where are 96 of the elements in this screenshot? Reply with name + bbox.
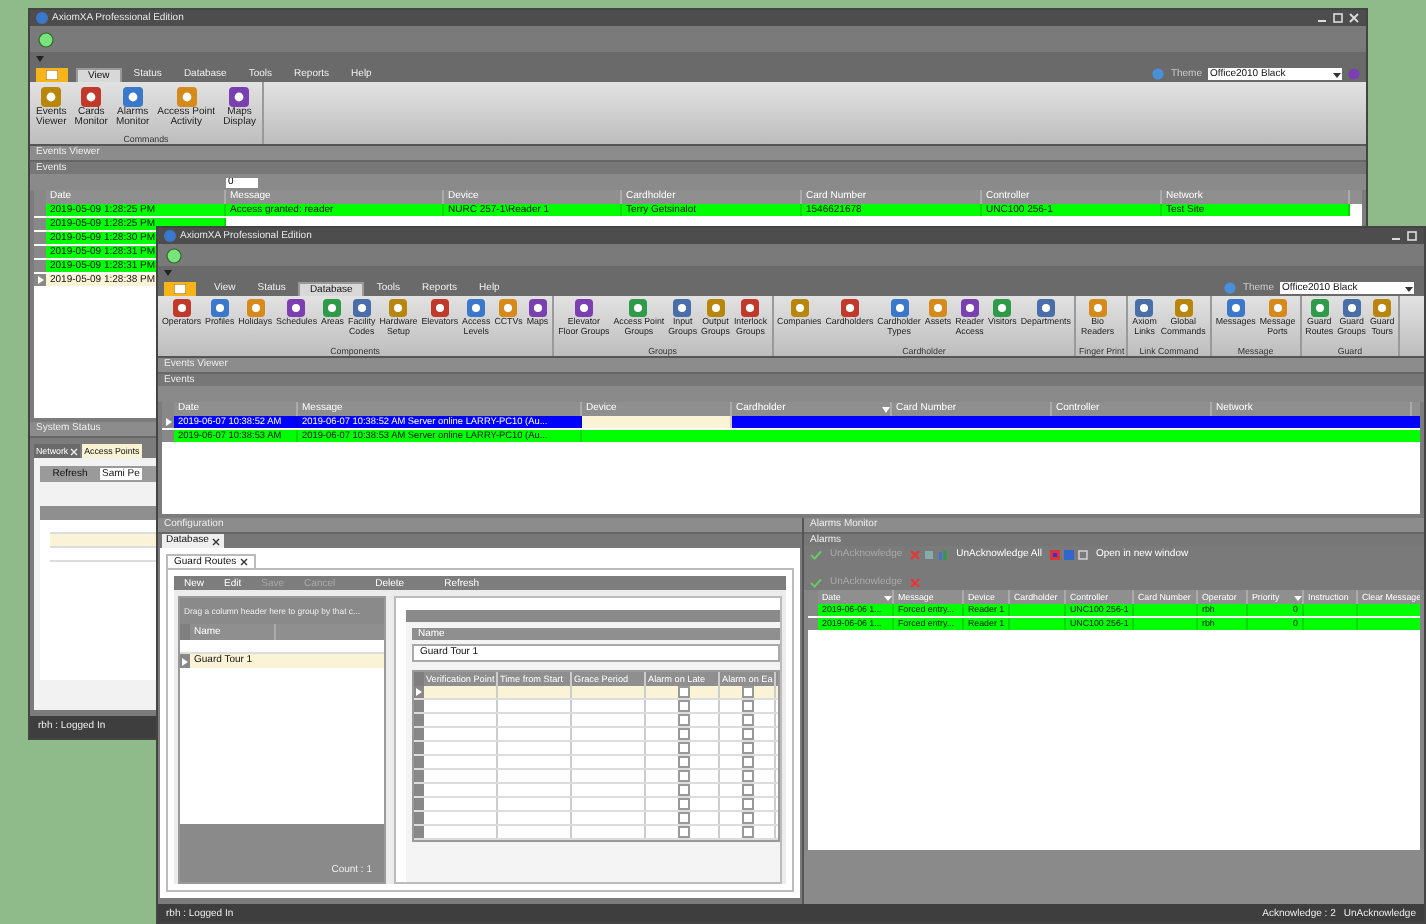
- app-icon: [164, 230, 176, 242]
- table-row[interactable]: [414, 728, 778, 742]
- file-menu-button[interactable]: [36, 68, 68, 82]
- tile-icon: [1035, 298, 1056, 318]
- restore-button[interactable]: [1332, 12, 1344, 24]
- tile-icon: [1173, 298, 1194, 318]
- checkbox[interactable]: [742, 742, 754, 754]
- checkbox[interactable]: [742, 812, 754, 824]
- checkbox[interactable]: [677, 728, 689, 740]
- tile-icon: [573, 298, 594, 318]
- tile-icon: [171, 298, 192, 318]
- checkbox[interactable]: [742, 798, 754, 810]
- table-row[interactable]: [414, 798, 778, 812]
- checkbox[interactable]: [677, 756, 689, 768]
- tile-icon: [1225, 298, 1246, 318]
- status-indicator: [38, 31, 54, 47]
- checkbox[interactable]: [677, 742, 689, 754]
- checkbox[interactable]: [677, 770, 689, 782]
- tile-icon: [388, 298, 409, 318]
- table-row[interactable]: [414, 770, 778, 784]
- tile-icon: [527, 298, 548, 318]
- checkbox[interactable]: [677, 798, 689, 810]
- tile-icon: [498, 298, 519, 318]
- checkbox[interactable]: [742, 756, 754, 768]
- window-icon[interactable]: [1077, 549, 1088, 559]
- tile-icon: [228, 86, 251, 108]
- tile-icon: [672, 298, 693, 318]
- tile-icon: [628, 298, 649, 318]
- table-row[interactable]: [414, 686, 778, 700]
- sort-arrow-icon[interactable]: [1294, 593, 1302, 601]
- tile-icon: [209, 298, 230, 318]
- globe-icon: [1224, 282, 1237, 294]
- table-row[interactable]: [414, 784, 778, 798]
- dropdown-arrow-icon[interactable]: [36, 56, 44, 62]
- status-indicator: [166, 247, 182, 263]
- tile-icon: [992, 298, 1013, 318]
- checkbox[interactable]: [742, 714, 754, 726]
- checkbox[interactable]: [677, 686, 689, 698]
- tile-icon: [80, 86, 103, 108]
- checkbox[interactable]: [742, 826, 754, 838]
- close-icon[interactable]: [240, 558, 249, 566]
- restore-button[interactable]: [1406, 230, 1418, 242]
- dropdown-arrow-icon[interactable]: [164, 270, 172, 276]
- checkbox[interactable]: [677, 826, 689, 838]
- app-icon: [36, 12, 48, 24]
- table-row[interactable]: [414, 826, 778, 840]
- tile-icon: [789, 298, 810, 318]
- file-menu-button[interactable]: [164, 282, 196, 296]
- checkbox[interactable]: [677, 784, 689, 796]
- checkbox[interactable]: [677, 812, 689, 824]
- tile-icon: [1267, 298, 1288, 318]
- row-header[interactable]: [414, 686, 424, 698]
- table-row[interactable]: [414, 812, 778, 826]
- check-icon: [810, 577, 822, 587]
- tile-icon: [959, 298, 980, 318]
- tile-icon: [928, 298, 948, 318]
- tile-icon: [839, 298, 860, 318]
- close-button[interactable]: [1348, 12, 1360, 24]
- grid-icon[interactable]: [1049, 549, 1060, 559]
- tile-icon: [1372, 298, 1393, 318]
- row-header[interactable]: [162, 416, 174, 428]
- tile-icon: [466, 298, 487, 318]
- tile-icon: [175, 86, 198, 108]
- checkbox[interactable]: [742, 700, 754, 712]
- row-header[interactable]: [34, 274, 46, 286]
- globe-icon: [1152, 68, 1165, 80]
- tile-icon: [1134, 298, 1155, 318]
- tile-icon: [1341, 298, 1362, 318]
- tile-icon: [740, 298, 761, 318]
- tile-icon: [245, 298, 266, 318]
- tile-icon: [429, 298, 450, 318]
- table-row[interactable]: [414, 756, 778, 770]
- close-icon[interactable]: [212, 537, 221, 545]
- document-icon[interactable]: [924, 549, 935, 559]
- checkbox[interactable]: [742, 784, 754, 796]
- row-indicator-icon: [165, 418, 171, 426]
- table-row[interactable]: [414, 742, 778, 756]
- table-row[interactable]: [414, 714, 778, 728]
- checkbox[interactable]: [742, 728, 754, 740]
- sort-arrow-icon[interactable]: [884, 593, 892, 601]
- checkbox[interactable]: [677, 714, 689, 726]
- tile-icon: [889, 298, 910, 318]
- tile-icon: [40, 86, 63, 108]
- checkbox[interactable]: [742, 686, 754, 698]
- checkbox[interactable]: [677, 700, 689, 712]
- tile-icon: [322, 298, 343, 318]
- tile-icon: [351, 298, 372, 318]
- tile-icon: [705, 298, 726, 318]
- checkbox[interactable]: [742, 770, 754, 782]
- tile-icon: [121, 86, 144, 108]
- table-row[interactable]: [414, 700, 778, 714]
- tile-icon: [286, 298, 307, 318]
- tile-icon: [1087, 298, 1108, 318]
- check-icon: [810, 549, 822, 559]
- row-header: [180, 624, 190, 640]
- tile-icon: [1309, 298, 1330, 318]
